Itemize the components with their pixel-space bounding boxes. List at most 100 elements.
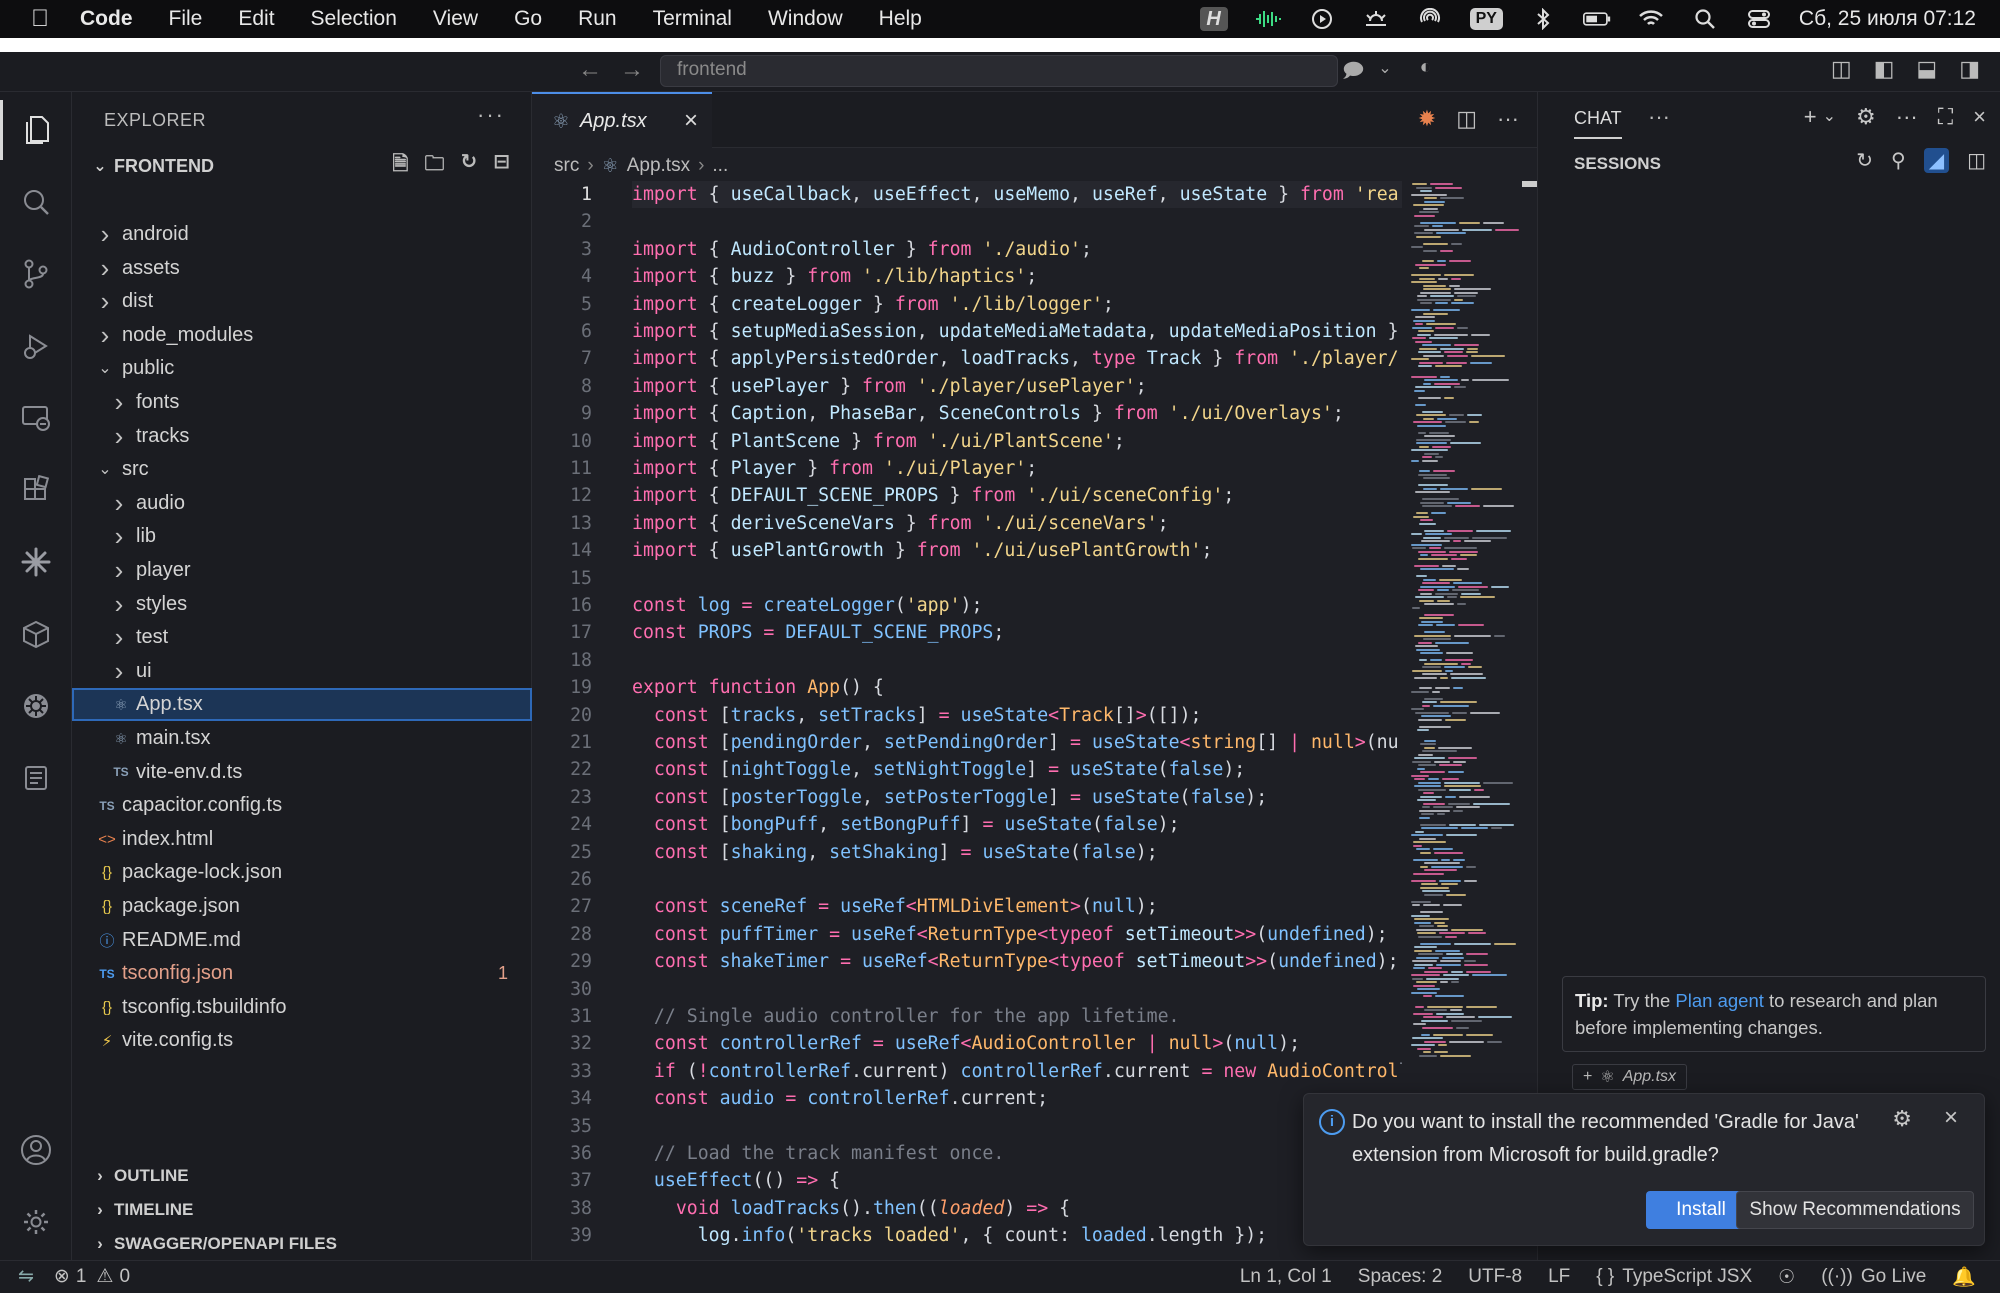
- refresh-icon[interactable]: ↻: [460, 149, 477, 183]
- add-context-plus-icon[interactable]: +: [1583, 1068, 1592, 1086]
- more-actions-icon[interactable]: ···: [1896, 104, 1918, 130]
- code-line[interactable]: import { buzz } from './lib/haptics';: [632, 263, 1402, 290]
- more-actions-icon[interactable]: ···: [477, 102, 505, 128]
- tree-file[interactable]: <> index.html: [72, 823, 532, 856]
- tree-folder[interactable]: › styles: [72, 588, 532, 621]
- apple-icon[interactable]: : [0, 5, 80, 33]
- more-actions-icon[interactable]: ···: [1497, 106, 1519, 132]
- tree-file[interactable]: ⚛ main.tsx: [72, 722, 532, 755]
- chevron-down-icon[interactable]: ⌄: [1378, 56, 1391, 90]
- battery-icon[interactable]: [1582, 7, 1611, 31]
- toggle-panel-icon[interactable]: ⬓: [1916, 56, 1937, 82]
- tree-file[interactable]: {} tsconfig.tsbuildinfo: [72, 991, 532, 1024]
- code-line[interactable]: if (!controllerRef.current) controllerRe…: [632, 1058, 1402, 1085]
- more-actions-icon[interactable]: ···: [1648, 104, 1670, 130]
- extensions-icon[interactable]: [0, 460, 72, 520]
- tree-folder[interactable]: › audio: [72, 487, 532, 520]
- show-recommendations-button[interactable]: Show Recommendations: [1736, 1191, 1974, 1229]
- sunrise-icon[interactable]: [1362, 7, 1390, 31]
- context-attachment[interactable]: + ⚛ App.tsx: [1572, 1064, 1688, 1090]
- code-view[interactable]: 1 import { useCallback, useEffect, useMe…: [532, 181, 1402, 1260]
- code-line[interactable]: // Load the track manifest once.: [632, 1140, 1402, 1167]
- toggle-secondary-sidebar-icon[interactable]: ◨: [1959, 56, 1980, 82]
- code-line[interactable]: import { applyPersistedOrder, loadTracks…: [632, 345, 1402, 372]
- command-center-search[interactable]: frontend: [660, 55, 1338, 87]
- copilot-status-icon[interactable]: ☉: [1778, 1266, 1795, 1289]
- kubernetes-helm-icon[interactable]: [0, 676, 72, 736]
- code-line[interactable]: import { PlantScene } from './ui/PlantSc…: [632, 428, 1402, 455]
- menu-terminal[interactable]: Terminal: [635, 7, 750, 31]
- tree-folder[interactable]: › test: [72, 621, 532, 654]
- tree-folder[interactable]: › android: [72, 218, 532, 251]
- menu-window[interactable]: Window: [750, 7, 861, 31]
- code-line[interactable]: import { deriveSceneVars } from './ui/sc…: [632, 510, 1402, 537]
- code-line[interactable]: import { Player } from './ui/Player';: [632, 455, 1402, 482]
- problems-indicator[interactable]: ⊗ 1 ⚠ 0: [54, 1265, 130, 1288]
- code-line[interactable]: import { usePlayer } from './player/useP…: [632, 373, 1402, 400]
- close-icon[interactable]: ×: [1973, 104, 1986, 130]
- customize-layout-icon[interactable]: ◫: [1831, 56, 1852, 82]
- menu-run[interactable]: Run: [560, 7, 635, 31]
- code-line[interactable]: import { useCallback, useEffect, useMemo…: [632, 181, 1402, 209]
- refresh-icon[interactable]: ↻: [1856, 148, 1873, 173]
- menu-help[interactable]: Help: [861, 7, 940, 31]
- menu-view[interactable]: View: [415, 7, 496, 31]
- python-badge-icon[interactable]: PY: [1469, 8, 1503, 30]
- tree-folder[interactable]: ⌄ src: [72, 453, 532, 486]
- indentation[interactable]: Spaces: 2: [1358, 1266, 1443, 1288]
- tree-file[interactable]: ⚛ App.tsx: [72, 688, 532, 722]
- timeline-section[interactable]: › TIMELINE: [80, 1194, 193, 1226]
- code-line[interactable]: const controllerRef = useRef<AudioContro…: [632, 1030, 1402, 1057]
- tree-folder[interactable]: › dist: [72, 285, 532, 318]
- minimap[interactable]: [1407, 181, 1522, 1081]
- end-of-line[interactable]: LF: [1548, 1266, 1570, 1288]
- new-chat-plus-icon[interactable]: +: [1804, 104, 1817, 130]
- tree-file[interactable]: ⚡ vite.config.ts: [72, 1024, 532, 1057]
- code-line[interactable]: import { AudioController } from './audio…: [632, 236, 1402, 263]
- chat-bubble-icon[interactable]: 🗩: [1342, 56, 1364, 90]
- claude-spark-icon[interactable]: [0, 532, 72, 592]
- code-line[interactable]: const PROPS = DEFAULT_SCENE_PROPS;: [632, 619, 1402, 646]
- plan-agent-link[interactable]: Plan agent: [1675, 990, 1763, 1011]
- bluetooth-icon[interactable]: [1529, 7, 1557, 31]
- code-line[interactable]: const puffTimer = useRef<ReturnType<type…: [632, 921, 1402, 948]
- code-line[interactable]: const log = createLogger('app');: [632, 592, 1402, 619]
- close-tab-icon[interactable]: ×: [684, 107, 698, 135]
- control-center-icon[interactable]: [1745, 7, 1773, 31]
- notes-list-icon[interactable]: [0, 748, 72, 808]
- tree-folder[interactable]: › lib: [72, 520, 532, 553]
- swagger-section[interactable]: › SWAGGER/OPENAPI FILES: [80, 1228, 337, 1260]
- settings-gear-icon[interactable]: [0, 1192, 72, 1252]
- code-line[interactable]: const [nightToggle, setNightToggle] = us…: [632, 756, 1402, 783]
- tree-folder[interactable]: › node_modules: [72, 319, 532, 352]
- menubar-clock[interactable]: Сб, 25 июля 07:12: [1799, 7, 1976, 31]
- outline-section[interactable]: › OUTLINE: [80, 1160, 188, 1192]
- code-line[interactable]: import { setupMediaSession, updateMediaM…: [632, 318, 1402, 345]
- code-line[interactable]: useEffect(() => {: [632, 1167, 1402, 1194]
- tree-file[interactable]: {} package.json: [72, 890, 532, 923]
- search-icon[interactable]: ⚲: [1891, 148, 1906, 173]
- tree-folder[interactable]: › fonts: [72, 386, 532, 419]
- breadcrumb-src[interactable]: src: [554, 155, 579, 177]
- go-live-button[interactable]: ((·)) Go Live: [1821, 1266, 1926, 1288]
- remote-indicator-icon[interactable]: ⇋: [18, 1265, 34, 1288]
- containers-box-icon[interactable]: [0, 604, 72, 664]
- tab-app-tsx[interactable]: ⚛ App.tsx ×: [532, 92, 712, 148]
- cursor-position[interactable]: Ln 1, Col 1: [1240, 1266, 1332, 1288]
- menu-selection[interactable]: Selection: [293, 7, 415, 31]
- play-circle-icon[interactable]: [1308, 7, 1336, 31]
- code-line[interactable]: const [bongPuff, setBongPuff] = useState…: [632, 811, 1402, 838]
- code-line[interactable]: const [shaking, setShaking] = useState(f…: [632, 839, 1402, 866]
- tree-file[interactable]: TS capacitor.config.ts: [72, 789, 532, 822]
- code-line[interactable]: log.info('tracks loaded', { count: loade…: [632, 1222, 1402, 1249]
- breadcrumb-symbol[interactable]: ...: [712, 155, 728, 177]
- chat-title[interactable]: CHAT: [1574, 108, 1622, 139]
- code-line[interactable]: // Single audio controller for the app l…: [632, 1003, 1402, 1030]
- menu-edit[interactable]: Edit: [220, 7, 292, 31]
- tree-file[interactable]: ⓘ README.md: [72, 924, 532, 957]
- back-arrow-icon[interactable]: ←: [578, 56, 602, 84]
- remote-explorer-icon[interactable]: [0, 388, 72, 448]
- account-icon[interactable]: [0, 1120, 72, 1180]
- tree-folder[interactable]: › tracks: [72, 420, 532, 453]
- filter-icon[interactable]: ◢: [1923, 148, 1950, 173]
